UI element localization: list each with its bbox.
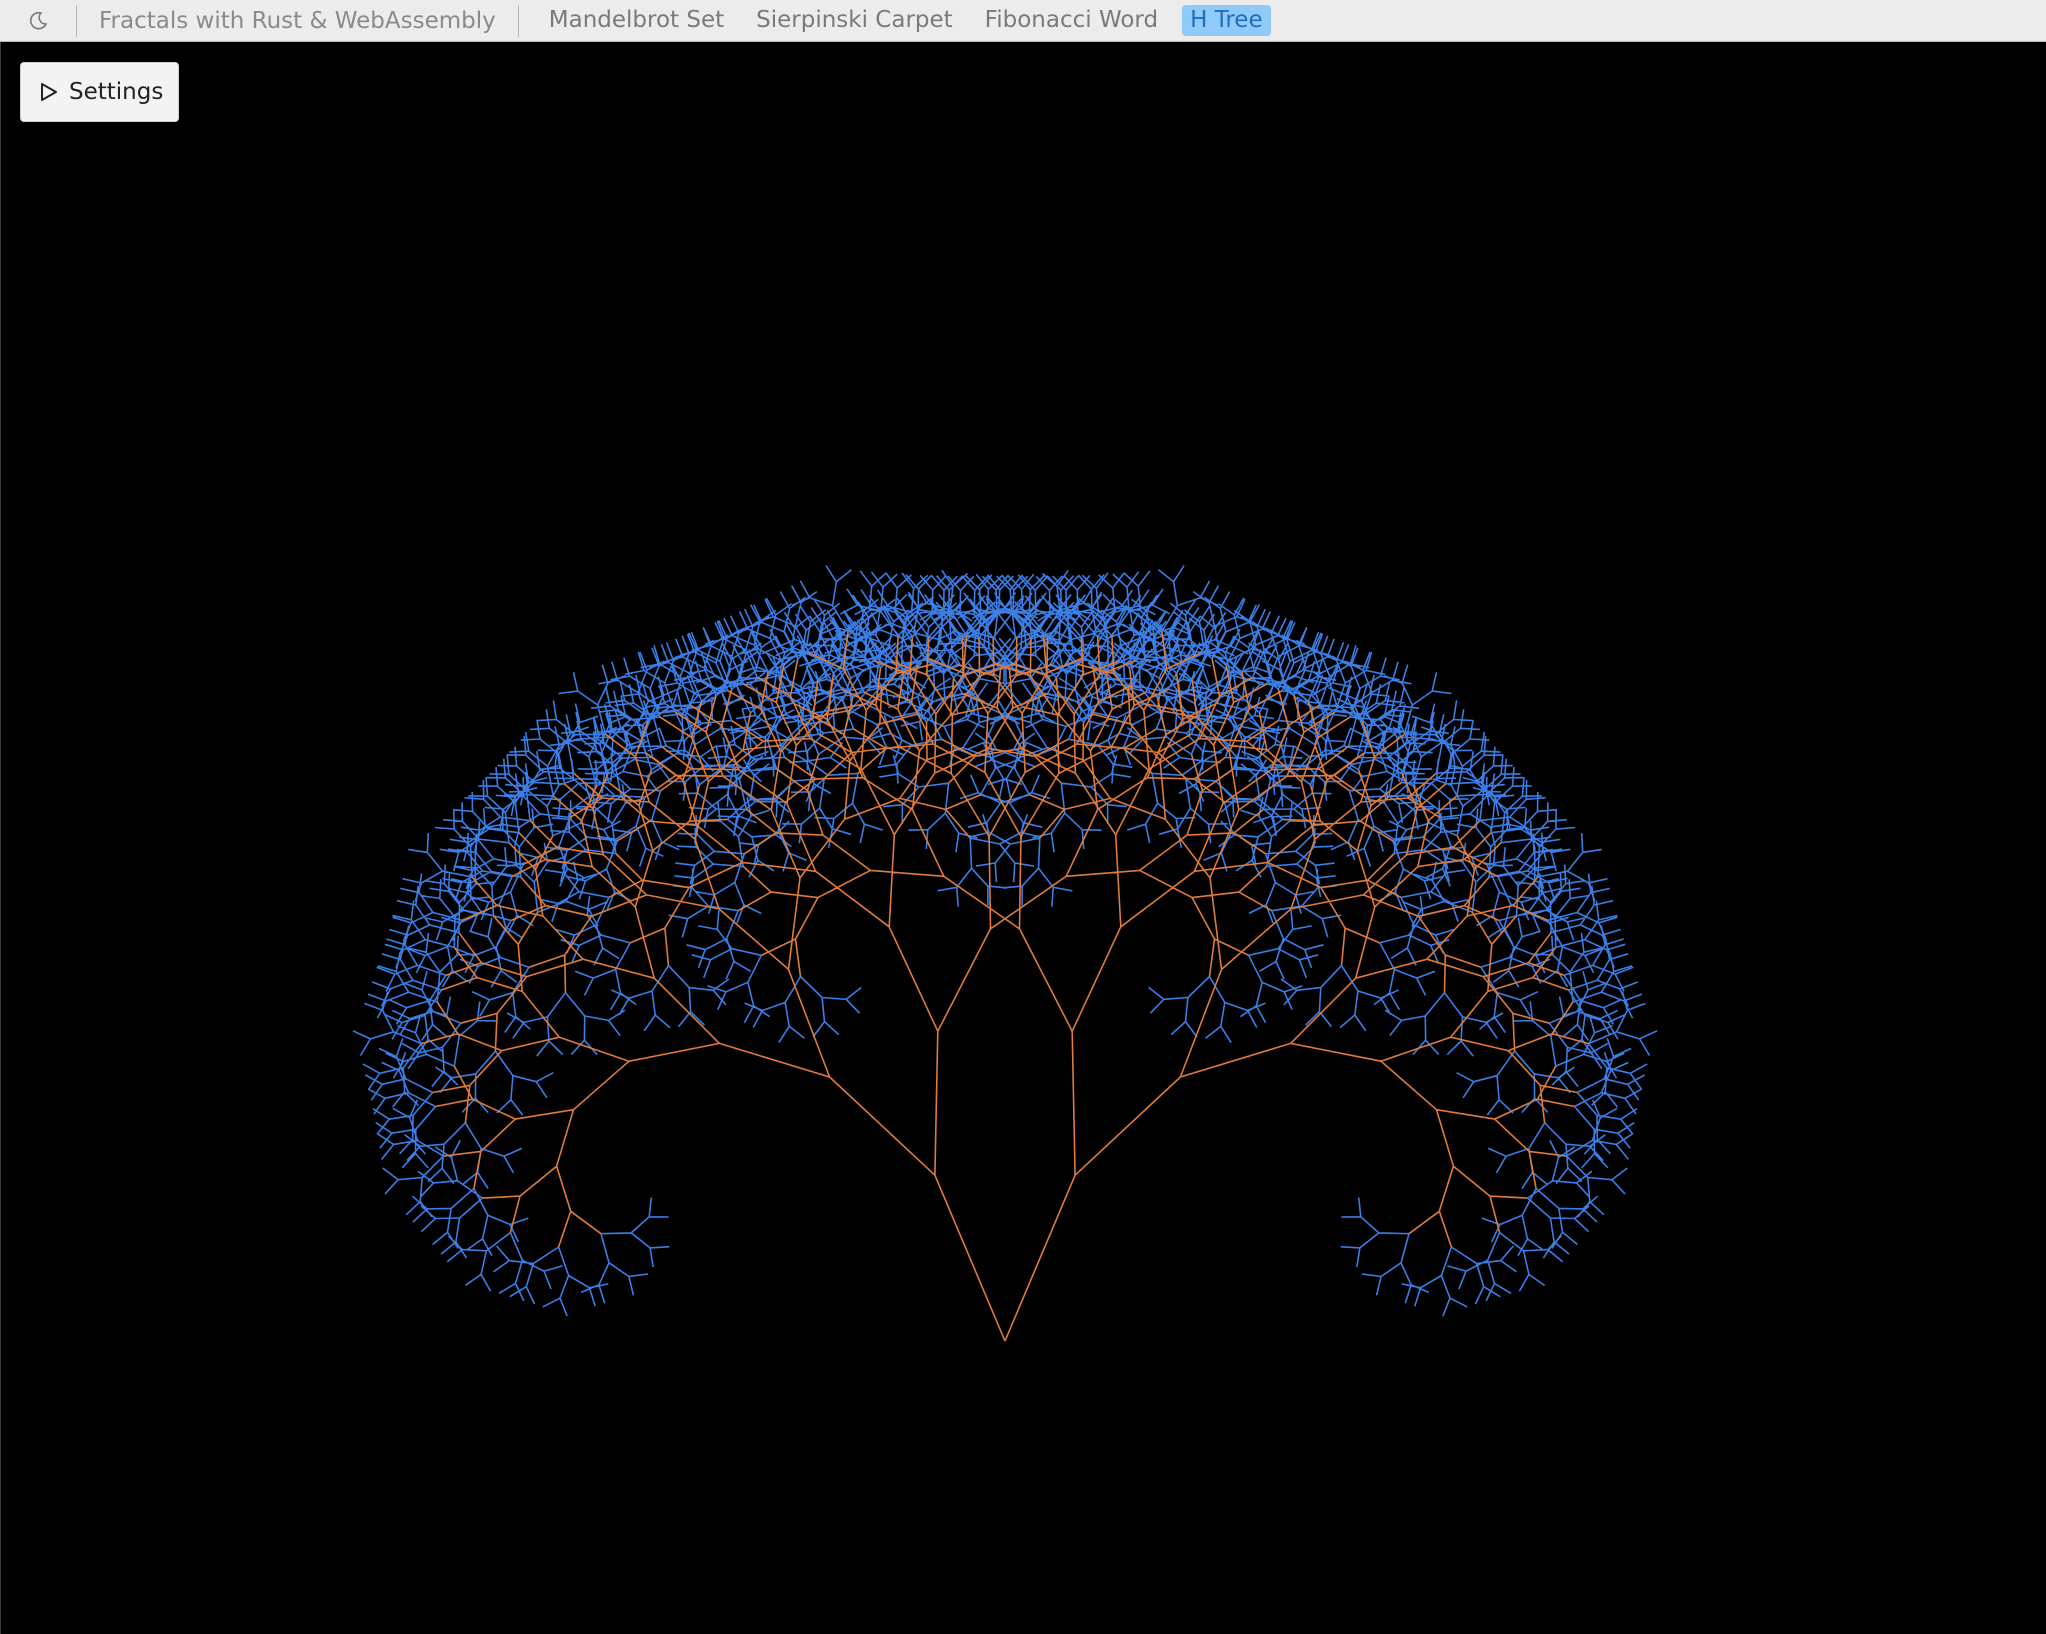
divider [517,4,519,37]
moon-icon[interactable] [0,0,76,42]
fractal-tabs: Mandelbrot Set Sierpinski Carpet Fibonac… [541,5,1287,36]
tree-leaves [352,565,1658,1317]
top-bar: Fractals with Rust & WebAssembly Mandelb… [0,0,2046,42]
app-title[interactable]: Fractals with Rust & WebAssembly [77,8,518,34]
settings-button[interactable]: Settings [20,62,179,122]
tab-mandelbrot-set[interactable]: Mandelbrot Set [541,5,732,36]
tab-fibonacci-word[interactable]: Fibonacci Word [977,5,1166,36]
play-triangle-icon [39,81,59,103]
fractal-tree-canvas[interactable] [1,42,2046,1634]
fractal-canvas-area[interactable] [0,42,2046,1634]
settings-label: Settings [69,79,164,105]
tab-h-tree[interactable]: H Tree [1182,5,1271,36]
tab-sierpinski-carpet[interactable]: Sierpinski Carpet [748,5,961,36]
